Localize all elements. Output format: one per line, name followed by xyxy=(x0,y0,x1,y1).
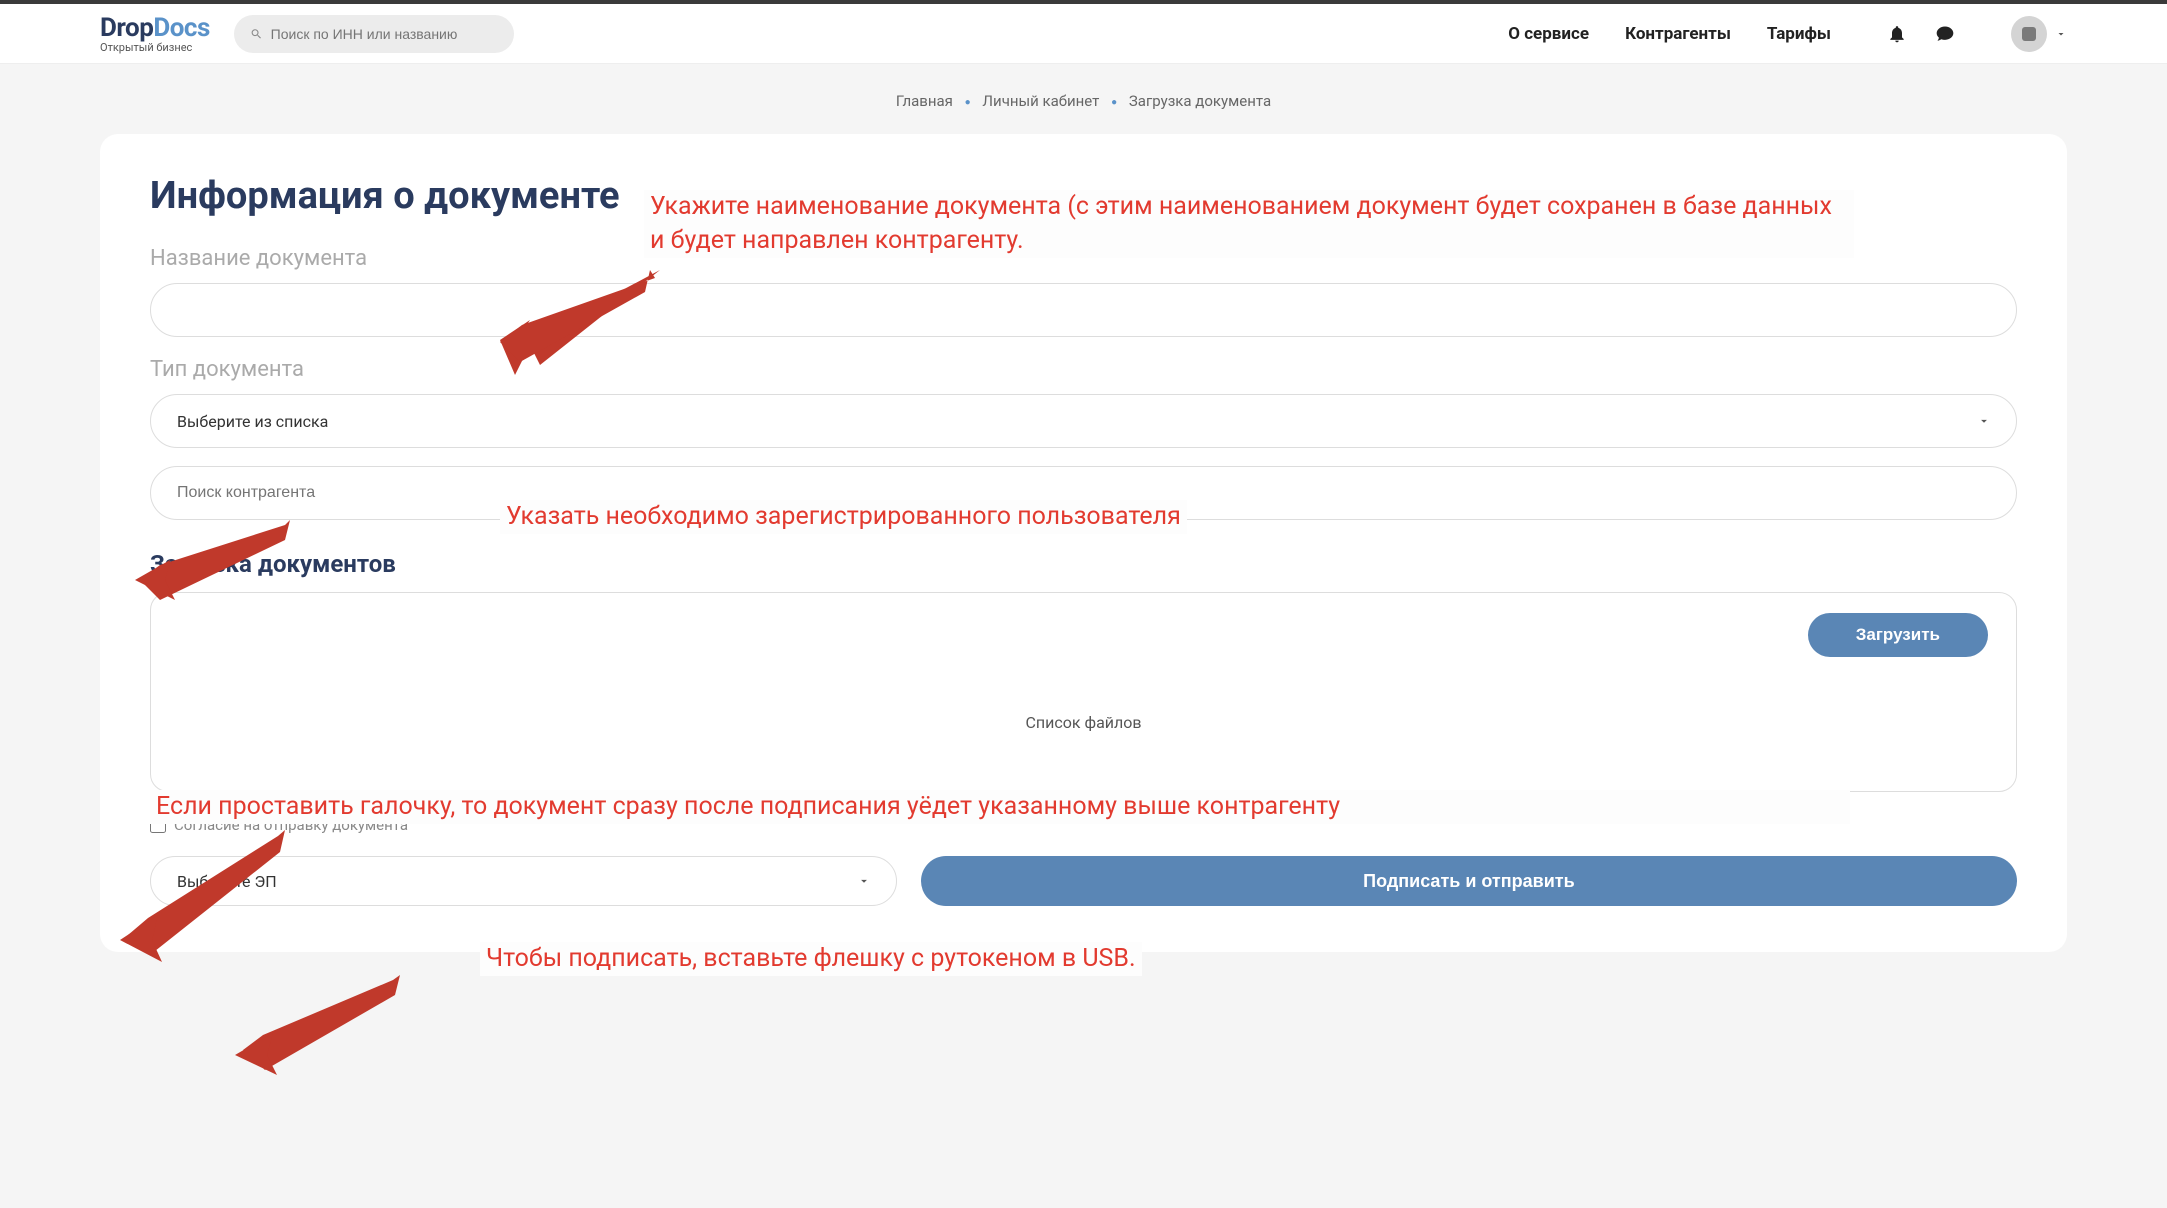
breadcrumb-separator: ● xyxy=(965,97,971,108)
nav: О сервисе Контрагенты Тарифы xyxy=(1508,16,2067,52)
nav-contragents[interactable]: Контрагенты xyxy=(1625,24,1731,44)
arrow-icon xyxy=(120,830,290,970)
arrow-icon xyxy=(500,270,660,380)
search-input[interactable] xyxy=(271,26,498,42)
upload-button[interactable]: Загрузить xyxy=(1808,613,1988,657)
logo[interactable]: DropDocs Открытый бизнес xyxy=(100,13,210,54)
arrow-icon xyxy=(135,520,295,610)
submit-button[interactable]: Подписать и отправить xyxy=(921,856,2017,906)
upload-area: Загрузить Список файлов xyxy=(150,592,2017,792)
annotation-1: Укажите наименование документа (с этим н… xyxy=(644,190,1854,258)
avatar xyxy=(2011,16,2047,52)
logo-subtitle: Открытый бизнес xyxy=(100,41,210,54)
file-list-label: Список файлов xyxy=(179,713,1988,732)
annotation-4: Чтобы подписать, вставьте флешку с руток… xyxy=(480,942,1142,976)
chat-icon[interactable] xyxy=(1935,24,1955,44)
upload-section-title: Загрузка документов xyxy=(150,550,2017,578)
doc-type-label: Тип документа xyxy=(150,357,2017,382)
breadcrumb: Главная ● Личный кабинет ● Загрузка доку… xyxy=(0,64,2167,122)
header: DropDocs Открытый бизнес О сервисе Контр… xyxy=(0,4,2167,64)
breadcrumb-separator: ● xyxy=(1111,97,1117,108)
breadcrumb-home[interactable]: Главная xyxy=(896,92,953,110)
nav-about[interactable]: О сервисе xyxy=(1508,24,1589,44)
arrow-icon xyxy=(235,975,405,1085)
bell-icon[interactable] xyxy=(1887,24,1907,44)
breadcrumb-upload: Загрузка документа xyxy=(1129,92,1271,110)
annotation-2: Указать необходимо зарегистрированного п… xyxy=(500,500,1187,534)
logo-text: DropDocs xyxy=(100,13,210,43)
user-menu[interactable] xyxy=(2011,16,2067,52)
doc-type-select[interactable]: Выберите из списка xyxy=(150,394,2017,448)
annotation-3: Если проставить галочку, то документ сра… xyxy=(150,790,1850,824)
search-icon xyxy=(250,27,263,41)
search-box[interactable] xyxy=(234,15,514,53)
doc-name-input[interactable] xyxy=(150,283,2017,337)
chevron-down-icon xyxy=(2055,28,2067,40)
breadcrumb-cabinet[interactable]: Личный кабинет xyxy=(982,92,1099,110)
nav-tariffs[interactable]: Тарифы xyxy=(1767,24,1831,44)
